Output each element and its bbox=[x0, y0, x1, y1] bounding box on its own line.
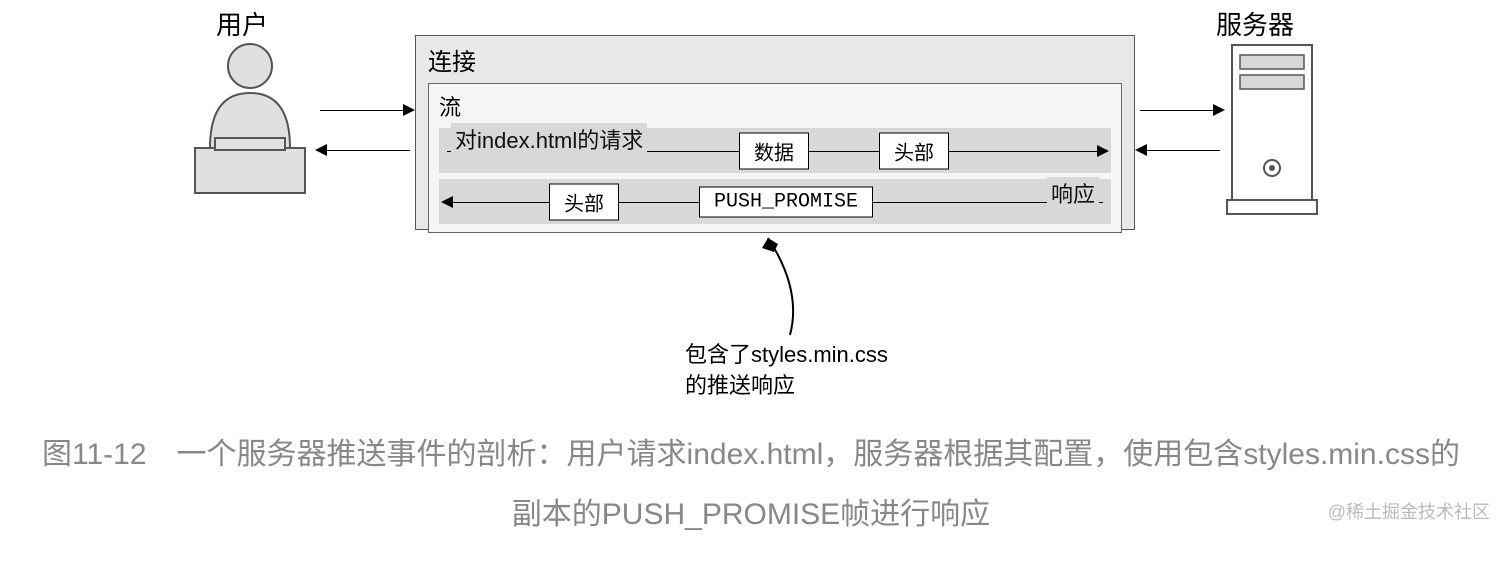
arrow-user-to-conn bbox=[320, 110, 405, 111]
annotation-arrow bbox=[760, 230, 820, 345]
request-node-headers: 头部 bbox=[879, 132, 949, 169]
response-row: 头部 PUSH_PROMISE 响应 bbox=[439, 179, 1111, 224]
user-icon bbox=[185, 38, 315, 203]
arrow-conn-to-server bbox=[1140, 110, 1215, 111]
response-node-push-promise: PUSH_PROMISE bbox=[699, 186, 873, 217]
watermark: @稀土掘金技术社区 bbox=[1328, 498, 1490, 524]
arrow-server-to-conn bbox=[1145, 150, 1220, 151]
annotation-line2: 的推送响应 bbox=[685, 373, 795, 398]
arrow-conn-to-user bbox=[325, 150, 410, 151]
request-node-data: 数据 bbox=[739, 132, 809, 169]
request-row: 对index.html的请求 数据 头部 bbox=[439, 128, 1111, 173]
diagram-area: 用户 服务器 连接 流 bbox=[0, 0, 1504, 405]
response-label: 响应 bbox=[1047, 177, 1099, 209]
annotation-line1: 包含了styles.min.css bbox=[685, 342, 888, 367]
response-node-headers: 头部 bbox=[549, 183, 619, 220]
figure-caption: 图11-12 一个服务器推送事件的剖析：用户请求index.html，服务器根据… bbox=[36, 425, 1466, 545]
annotation-text: 包含了styles.min.css 的推送响应 bbox=[685, 340, 888, 402]
connection-box: 连接 流 对index.html的请求 数据 头部 头部 PUSH_PROMIS… bbox=[415, 35, 1135, 230]
server-icon bbox=[1222, 40, 1322, 225]
connection-label: 连接 bbox=[428, 42, 1122, 77]
server-label: 服务器 bbox=[1216, 5, 1294, 42]
request-label: 对index.html的请求 bbox=[451, 123, 647, 155]
user-label: 用户 bbox=[216, 5, 268, 42]
stream-box: 流 对index.html的请求 数据 头部 头部 PUSH_PROMISE 响… bbox=[428, 83, 1122, 233]
stream-label: 流 bbox=[439, 90, 1111, 122]
